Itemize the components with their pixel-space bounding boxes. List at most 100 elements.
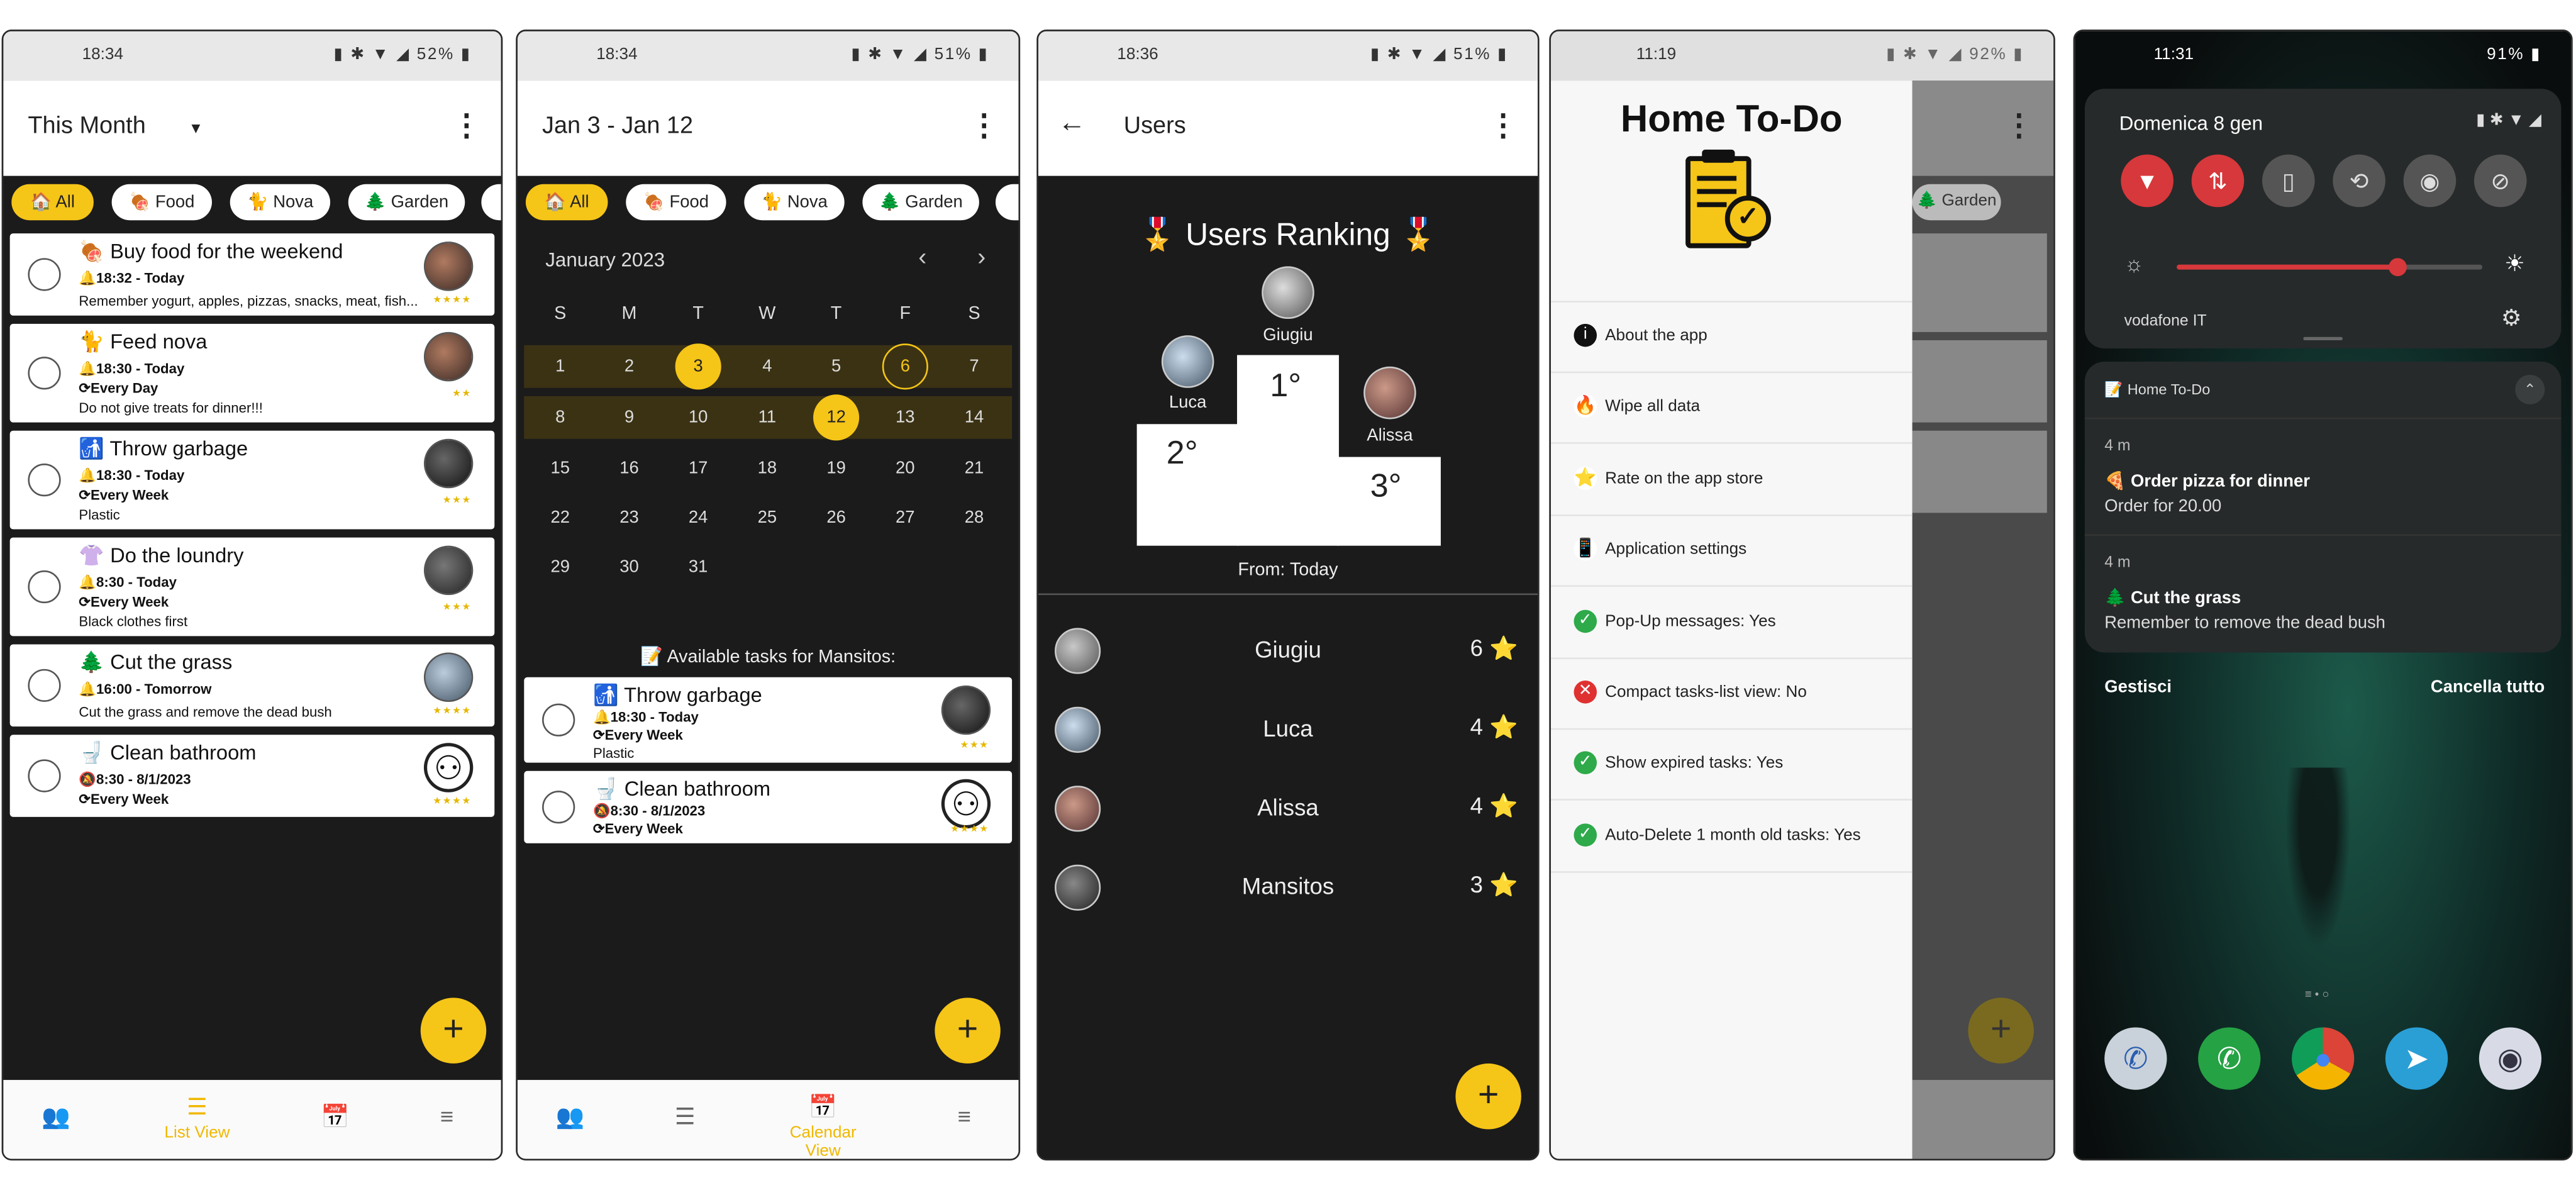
calendar-day[interactable]: 2	[606, 343, 652, 389]
calendar-day[interactable]: 30	[606, 544, 652, 590]
wifi-toggle-icon[interactable]: ▼	[2121, 154, 2174, 208]
drawer-item[interactable]: ⭐ Rate on the app store	[1550, 445, 1913, 516]
ranking-row[interactable]: Mansitos 3 ⭐	[1038, 858, 1538, 937]
brightness-knob[interactable]	[2388, 258, 2407, 277]
qs-handle[interactable]	[2303, 336, 2343, 340]
mobile-data-toggle-icon[interactable]: ⇅	[2191, 154, 2245, 208]
calendar-day[interactable]: 11	[744, 394, 790, 440]
task-card[interactable]: 🍖 Buy food for the weekend 🔔18:32 - Toda…	[9, 233, 495, 316]
phone-app-icon[interactable]: ✆	[2104, 1027, 2167, 1090]
calendar-day[interactable]: 28	[951, 495, 997, 541]
eye-comfort-toggle-icon[interactable]: ◉	[2403, 154, 2457, 208]
chip-garden[interactable]: 🌲 Garden	[348, 184, 465, 221]
calendar-day[interactable]: 31	[675, 544, 721, 590]
calendar-day[interactable]: 20	[882, 445, 928, 491]
more-vert-icon[interactable]: ⋮	[969, 108, 999, 143]
nav-users-icon[interactable]: 👥	[521, 1103, 619, 1131]
chip-more[interactable]	[995, 184, 1019, 221]
calendar-day[interactable]: 25	[744, 495, 790, 541]
calendar-day[interactable]: 9	[606, 394, 652, 440]
camera-app-icon[interactable]: ◉	[2479, 1027, 2542, 1090]
task-checkbox[interactable]	[28, 669, 61, 702]
calendar-day[interactable]: 24	[675, 495, 721, 541]
calendar-day[interactable]: 17	[675, 445, 721, 491]
calendar-day[interactable]: 22	[537, 495, 583, 541]
task-card[interactable]: 🌲 Cut the grass 🔔16:00 - Tomorrow Cut th…	[9, 644, 495, 727]
drawer-item[interactable]: 🔥 Wipe all data	[1550, 374, 1913, 445]
chip-nova[interactable]: 🐈 Nova	[230, 184, 331, 221]
task-checkbox[interactable]	[542, 703, 575, 736]
manage-button[interactable]: Gestisci	[2104, 677, 2172, 697]
more-vert-icon[interactable]: ⋮	[1489, 108, 1518, 143]
sync-toggle-icon[interactable]: ⊘	[2473, 154, 2527, 208]
calendar-day[interactable]: 26	[813, 495, 859, 541]
chip-more[interactable]	[481, 184, 501, 221]
clear-all-button[interactable]: Cancella tutto	[2431, 677, 2545, 697]
back-arrow-icon[interactable]: ←	[1058, 107, 1085, 140]
calendar-day[interactable]: 21	[951, 445, 997, 491]
task-card[interactable]: 🚽 Clean bathroom 🔕8:30 - 8/1/2023 ⟳Every…	[524, 770, 1013, 843]
calendar-day[interactable]: 16	[606, 445, 652, 491]
nav-menu-icon[interactable]: ≡	[397, 1103, 496, 1130]
nav-calendar-icon[interactable]: 📅	[286, 1103, 385, 1131]
calendar-day[interactable]: 3	[675, 343, 721, 390]
drawer-item[interactable]: ✓ Auto-Delete 1 month old tasks: Yes	[1550, 802, 1913, 873]
drawer-item[interactable]: ✕ Compact tasks-list view: No	[1550, 659, 1913, 730]
collapse-chevron-icon[interactable]: ⌃	[2515, 374, 2545, 404]
task-checkbox[interactable]	[28, 464, 61, 497]
chip-all[interactable]: 🏠 All	[525, 184, 608, 221]
ranking-row[interactable]: Giugiu 6 ⭐	[1038, 621, 1538, 700]
calendar-day[interactable]: 13	[882, 394, 928, 440]
ranking-row[interactable]: Luca 4 ⭐	[1038, 700, 1538, 779]
calendar-day[interactable]: 23	[606, 495, 652, 541]
calendar-day[interactable]: 4	[744, 343, 790, 389]
flashlight-toggle-icon[interactable]: ▯	[2262, 154, 2315, 208]
calendar-day[interactable]: 27	[882, 495, 928, 541]
notification-item[interactable]: 4 m 🍕 Order pizza for dinner Order for 2…	[2084, 417, 2562, 533]
add-task-button[interactable]: +	[420, 998, 487, 1064]
drawer-item[interactable]: ✓ Show expired tasks: Yes	[1550, 730, 1913, 801]
calendar-day[interactable]: 15	[537, 445, 583, 491]
calendar-day[interactable]: 18	[744, 445, 790, 491]
calendar-day[interactable]: 19	[813, 445, 859, 491]
calendar-day[interactable]: 10	[675, 394, 721, 440]
calendar-day[interactable]: 7	[951, 343, 997, 389]
add-task-button[interactable]: +	[935, 998, 1001, 1064]
notification-item[interactable]: 4 m 🌲 Cut the grass Remember to remove t…	[2084, 534, 2562, 649]
task-card[interactable]: 🚽 Clean bathroom 🔕8:30 - 8/1/2023 ⟳Every…	[9, 735, 495, 817]
task-card[interactable]: 🐈 Feed nova 🔔18:30 - Today ⟳Every Day Do…	[9, 323, 495, 423]
task-checkbox[interactable]	[28, 258, 61, 291]
task-card[interactable]: 👚 Do the loundry 🔔8:30 - Today ⟳Every We…	[9, 537, 495, 636]
next-month-icon[interactable]: ›	[977, 243, 985, 271]
auto-rotate-toggle-icon[interactable]: ⟲	[2333, 154, 2385, 208]
calendar-day[interactable]: 6	[882, 343, 928, 390]
drawer-item[interactable]: i About the app	[1550, 303, 1913, 374]
nav-list-view[interactable]: ☰ List View	[148, 1093, 247, 1142]
period-dropdown[interactable]: This Month ▼	[28, 113, 203, 140]
more-vert-icon[interactable]: ⋮	[452, 108, 481, 143]
task-checkbox[interactable]	[28, 357, 61, 390]
chip-food[interactable]: 🍖 Food	[626, 184, 726, 221]
nav-list-icon[interactable]: ☰	[636, 1103, 735, 1131]
calendar-day[interactable]: 8	[537, 394, 583, 440]
add-user-button[interactable]: +	[1455, 1063, 1521, 1130]
chip-nova[interactable]: 🐈 Nova	[744, 184, 845, 221]
chrome-app-icon[interactable]: ●	[2292, 1027, 2355, 1090]
drawer-item[interactable]: ✓ Pop-Up messages: Yes	[1550, 588, 1913, 659]
ranking-row[interactable]: Alissa 4 ⭐	[1038, 779, 1538, 858]
calendar-day[interactable]: 12	[813, 394, 860, 441]
task-card[interactable]: 🚮 Throw garbage 🔔18:30 - Today ⟳Every We…	[524, 677, 1013, 763]
drawer-item[interactable]: 📱 Application settings	[1550, 516, 1913, 587]
prev-month-icon[interactable]: ‹	[918, 243, 926, 271]
nav-menu-icon[interactable]: ≡	[915, 1103, 1014, 1130]
task-checkbox[interactable]	[28, 759, 61, 792]
chip-garden[interactable]: 🌲 Garden	[862, 184, 979, 221]
brightness-slider[interactable]	[2177, 258, 2483, 277]
calendar-day[interactable]: 29	[537, 544, 583, 590]
scrim[interactable]: ⋮ 🌲 Garden +	[1912, 31, 2054, 1159]
task-card[interactable]: 🚮 Throw garbage 🔔18:30 - Today ⟳Every We…	[9, 430, 495, 530]
telegram-app-icon[interactable]: ➤	[2385, 1027, 2448, 1090]
chip-all[interactable]: 🏠 All	[11, 184, 94, 221]
nav-users-icon[interactable]: 👥	[6, 1103, 105, 1131]
whatsapp-app-icon[interactable]: ✆	[2198, 1027, 2261, 1090]
